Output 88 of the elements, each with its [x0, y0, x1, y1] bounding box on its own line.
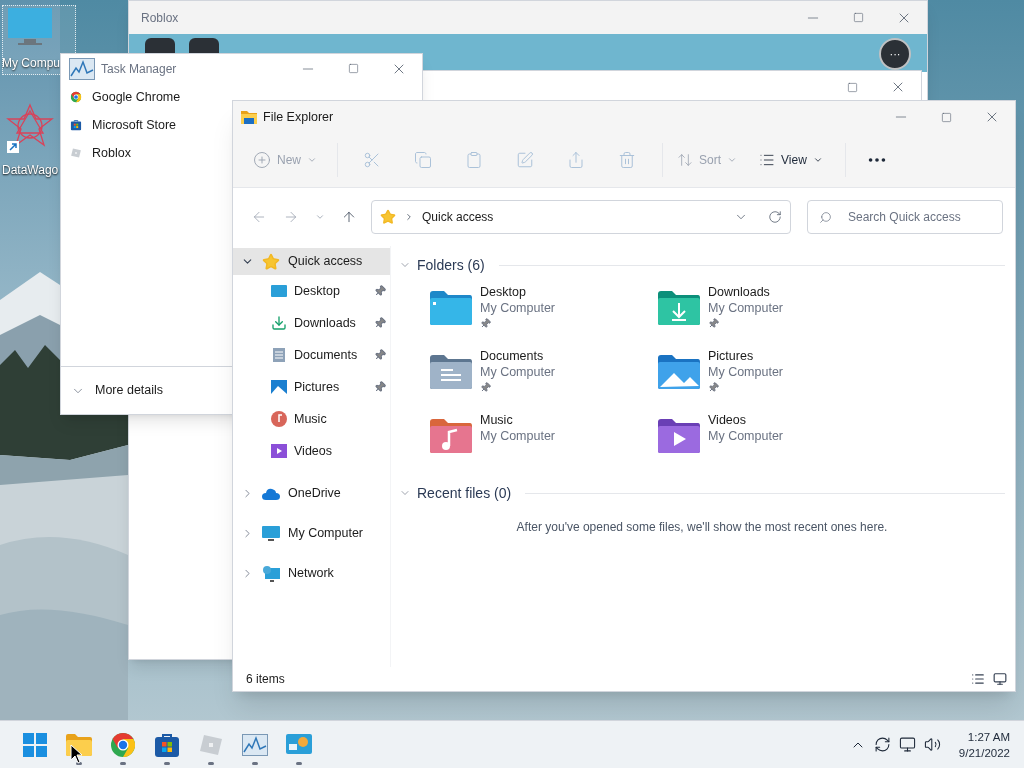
app-row[interactable]: Roblox — [61, 139, 137, 167]
running-indicator — [252, 761, 258, 765]
more-button[interactable]: ··· — [879, 38, 911, 70]
clock[interactable]: 1:27 AM 9/21/2022 — [958, 728, 1010, 761]
trash-icon — [618, 151, 636, 169]
details-view-icon[interactable] — [971, 672, 985, 686]
folder-icon — [429, 290, 473, 326]
folder-tile[interactable]: Pictures My Computer — [657, 348, 885, 412]
running-indicator — [296, 761, 302, 765]
folder-tile[interactable]: Music My Computer — [429, 412, 657, 476]
volume-icon[interactable] — [923, 736, 941, 753]
document-icon — [271, 347, 287, 363]
control-panel-icon — [286, 733, 312, 756]
chevron-down-icon — [307, 155, 317, 165]
store-icon — [155, 732, 179, 757]
search-field[interactable]: Search Quick access — [807, 200, 1003, 234]
chart-icon — [69, 57, 95, 80]
chrome-icon — [70, 89, 82, 105]
folder-tile[interactable]: Videos My Computer — [657, 412, 885, 476]
chevron-down-icon — [727, 155, 738, 165]
chat-tile-icon[interactable] — [189, 38, 219, 53]
mouse-cursor-icon — [70, 744, 84, 764]
scissors-icon — [363, 151, 381, 169]
nav-item[interactable]: Pictures — [233, 371, 390, 403]
chrome-icon — [111, 732, 135, 757]
app-tile-icon[interactable] — [145, 38, 175, 53]
status-text: 6 items — [246, 671, 285, 688]
star-icon — [262, 252, 280, 271]
desktop-icon — [271, 283, 287, 299]
clipboard-icon — [465, 151, 483, 169]
maximize-icon[interactable] — [853, 12, 864, 23]
copy-icon — [414, 151, 432, 169]
running-indicator — [164, 761, 170, 765]
back-arrow-icon[interactable] — [251, 209, 267, 225]
sync-icon[interactable] — [873, 736, 891, 753]
folder-icon — [657, 354, 701, 390]
network-icon[interactable] — [898, 736, 916, 753]
section-heading: Folders (6) — [417, 255, 485, 275]
nav-item[interactable]: Documents — [233, 339, 390, 371]
search-icon — [819, 211, 832, 224]
folder-icon — [657, 290, 701, 326]
nav-item[interactable]: Desktop — [233, 275, 390, 307]
address-bar[interactable]: Quick access — [371, 200, 791, 234]
folder-tile[interactable]: Documents My Computer — [429, 348, 657, 412]
folder-tile[interactable]: Downloads My Computer — [657, 284, 885, 348]
chevron-down-icon — [812, 155, 823, 165]
monitor-icon — [262, 524, 280, 543]
recent-locations-icon[interactable] — [315, 212, 325, 222]
nav-item[interactable]: My Computer — [233, 520, 390, 547]
download-icon — [271, 315, 287, 331]
maximize-icon[interactable] — [348, 63, 359, 74]
plus-circle-icon — [253, 151, 271, 169]
sort-arrows-icon — [677, 152, 693, 168]
view-button[interactable]: View — [747, 144, 835, 176]
empty-message: After you've opened some files, we'll show the most recent ones here. — [515, 519, 889, 536]
music-icon — [271, 411, 287, 427]
nav-item[interactable]: Network — [233, 560, 390, 587]
window-title: File Explorer — [263, 108, 334, 126]
forward-arrow-icon[interactable] — [283, 209, 299, 225]
rename-icon — [516, 151, 534, 169]
window-title: Roblox — [141, 9, 179, 27]
list-icon — [759, 152, 776, 168]
image-icon — [271, 379, 287, 395]
video-icon — [271, 443, 287, 459]
nav-item[interactable]: Music — [233, 403, 390, 435]
app-row[interactable]: Google Chrome — [61, 83, 187, 111]
folder-icon — [429, 354, 473, 390]
nav-item[interactable]: Videos — [233, 435, 390, 467]
section-heading: Recent files (0) — [417, 483, 512, 503]
window-title: Task Manager — [101, 60, 177, 78]
nav-item[interactable]: Downloads — [233, 307, 390, 339]
app-row[interactable]: Microsoft Store — [61, 111, 183, 139]
maximize-icon[interactable] — [847, 81, 858, 93]
chart-icon — [242, 733, 268, 756]
windows-logo-icon — [23, 732, 47, 757]
maximize-icon[interactable] — [941, 111, 952, 123]
network-icon — [262, 564, 280, 583]
tiles-view-icon[interactable] — [993, 672, 1007, 686]
more-details-button[interactable]: More details — [71, 381, 164, 400]
running-indicator — [120, 761, 126, 765]
folder-icon — [429, 418, 473, 454]
folder-icon — [657, 418, 701, 454]
nav-item[interactable]: Quick access — [233, 248, 390, 275]
nav-item[interactable]: OneDrive — [233, 480, 390, 507]
running-indicator — [208, 761, 214, 765]
share-icon — [567, 151, 585, 169]
folder-icon — [241, 110, 257, 124]
folder-tile[interactable]: Desktop My Computer — [429, 284, 657, 348]
